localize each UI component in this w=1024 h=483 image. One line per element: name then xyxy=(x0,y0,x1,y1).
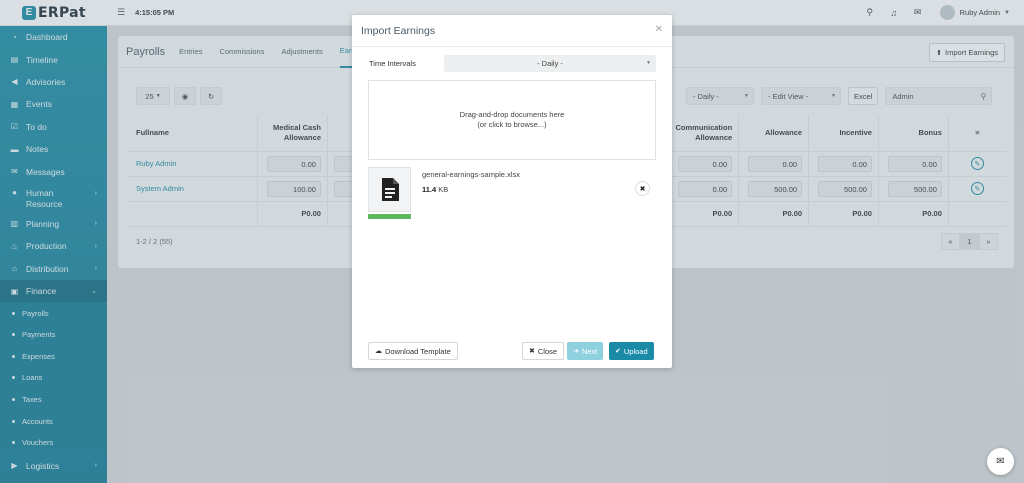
uploaded-file: general-earnings-sample.xlsx 11.4 KB ✖ xyxy=(368,167,656,221)
import-earnings-modal: Import Earnings ✕ Time Intervals - Daily… xyxy=(352,15,672,368)
file-name: general-earnings-sample.xlsx xyxy=(422,170,520,179)
close-icon: ✖ xyxy=(639,185,646,193)
time-intervals-select[interactable]: - Daily - ▼ xyxy=(444,54,656,72)
chat-button[interactable]: ✉ xyxy=(987,448,1014,475)
file-thumbnail xyxy=(368,167,411,212)
caret-down-icon: ▼ xyxy=(646,60,651,66)
arrow-right-circle-icon: ➜ xyxy=(573,348,579,355)
document-icon xyxy=(381,178,399,201)
upload-progress-bar xyxy=(368,214,411,219)
upload-button[interactable]: ✔ Upload xyxy=(609,342,654,360)
download-template-button[interactable]: ☁ Download Template xyxy=(368,342,458,360)
file-dropzone[interactable]: Drag-and-drop documents here (or click t… xyxy=(368,80,656,160)
modal-title: Import Earnings xyxy=(361,24,436,37)
next-button[interactable]: ➜ Next xyxy=(567,342,604,360)
modal-header: Import Earnings xyxy=(352,15,672,47)
time-intervals-label: Time Intervals xyxy=(369,58,416,68)
close-icon: ✖ xyxy=(529,348,535,355)
modal-footer: ☁ Download Template ✖ Close ➜ Next ✔ Upload xyxy=(368,342,656,360)
remove-file-button[interactable]: ✖ xyxy=(635,181,650,196)
cloud-download-icon: ☁ xyxy=(375,348,382,355)
chat-icon: ✉ xyxy=(996,456,1005,467)
file-size: 11.4 KB xyxy=(422,185,449,194)
time-intervals-row: Time Intervals - Daily - ▼ xyxy=(369,54,656,72)
dropzone-text: Drag-and-drop documents here xyxy=(459,110,565,119)
close-button[interactable]: ✖ Close xyxy=(522,342,565,360)
check-circle-icon: ✔ xyxy=(615,348,621,355)
close-icon[interactable]: ✕ xyxy=(655,24,663,35)
dropzone-hint: (or click to browse...) xyxy=(477,120,547,129)
